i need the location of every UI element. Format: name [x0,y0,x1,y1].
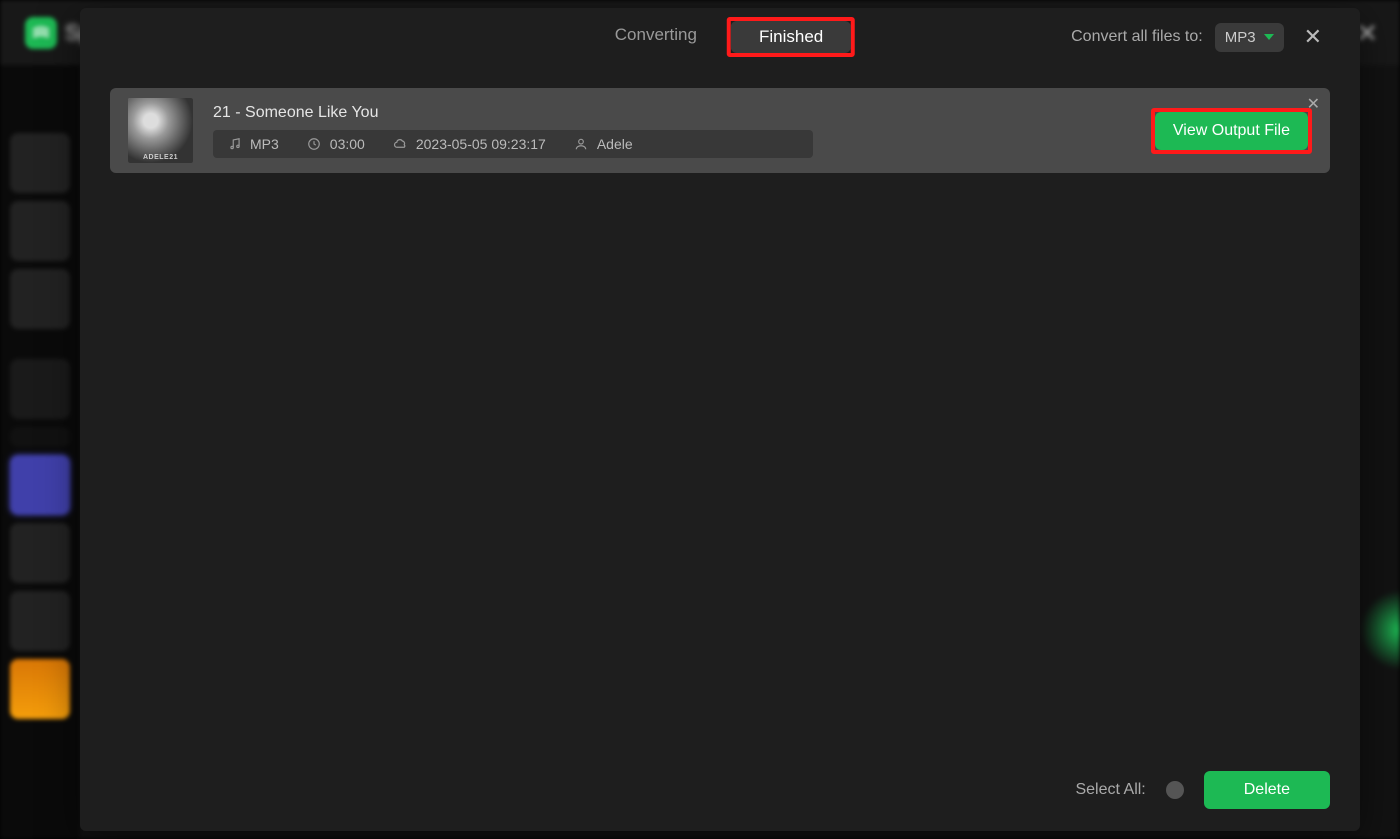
clock-icon [307,136,322,151]
bg-sidebar [0,65,80,839]
tabs: Converting Finished [585,17,855,57]
artist-text: Adele [597,136,633,152]
remove-item-icon[interactable]: ✕ [1307,94,1320,114]
delete-button[interactable]: Delete [1204,771,1330,809]
album-art [128,98,193,163]
modal-footer: Select All: Delete [80,753,1360,831]
select-all-checkbox[interactable] [1166,781,1184,799]
item-title: 21 - Someone Like You [213,104,1131,122]
person-icon [574,136,589,151]
bg-side-item [10,591,70,651]
cloud-icon [393,136,408,151]
modal-header: Converting Finished Convert all files to… [80,8,1360,66]
spotify-icon [25,17,57,49]
close-icon[interactable]: ✕ [1296,20,1330,54]
meta-bar: MP3 03:00 2023-05-05 09:23:17 [213,130,813,158]
view-output-file-button[interactable]: View Output File [1155,112,1308,150]
conversion-modal: Converting Finished Convert all files to… [80,8,1360,831]
bg-side-item [10,133,70,193]
select-all-label: Select All: [1075,781,1145,799]
chevron-down-icon [1264,34,1274,40]
timestamp-text: 2023-05-05 09:23:17 [416,136,546,152]
highlight-box-finished: Finished [727,17,855,57]
format-text: MP3 [250,136,279,152]
bg-side-item [10,269,70,329]
meta-timestamp: 2023-05-05 09:23:17 [393,136,546,152]
meta-artist: Adele [574,136,633,152]
music-note-icon [227,136,242,151]
tab-converting[interactable]: Converting [585,17,727,57]
converted-item-row: ✕ 21 - Someone Like You MP3 03 [110,88,1330,173]
format-value: MP3 [1225,29,1256,46]
bg-side-item [10,523,70,583]
highlight-box-view-output: View Output File [1151,108,1312,154]
item-main: 21 - Someone Like You MP3 03:00 [213,104,1131,158]
duration-text: 03:00 [330,136,365,152]
header-right: Convert all files to: MP3 ✕ [1071,20,1330,54]
bg-side-item [10,427,70,447]
bg-side-item [10,659,70,719]
tab-finished[interactable]: Finished [731,21,851,53]
bg-side-item [10,201,70,261]
format-select[interactable]: MP3 [1215,23,1284,52]
meta-format: MP3 [227,136,279,152]
bg-side-item [10,359,70,419]
bg-green-glow [1360,590,1400,670]
items-list: ✕ 21 - Someone Like You MP3 03 [80,66,1360,753]
bg-side-item-active [10,455,70,515]
meta-duration: 03:00 [307,136,365,152]
convert-all-label: Convert all files to: [1071,28,1203,46]
